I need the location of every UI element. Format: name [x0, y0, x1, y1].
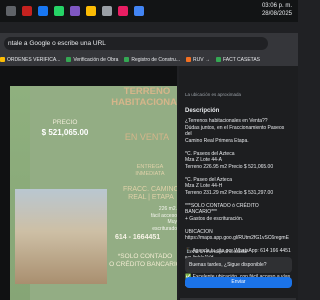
message-input[interactable]: Buenas tardes, ¿Sigue disponible?	[185, 257, 292, 273]
taskbar: 03:06 p. m. 28/08/2025	[0, 0, 298, 22]
chrome-icon[interactable]	[134, 6, 144, 16]
bookmark-label: Registro de Constru...	[131, 56, 181, 63]
price-value: $ 521,065.00	[41, 128, 89, 137]
listing-sidebar: La ubicación es aproximada Descripción ¿…	[179, 66, 298, 300]
profile-icon[interactable]	[118, 6, 128, 16]
clock-time: 03:06 p. m.	[261, 3, 292, 9]
settings-icon[interactable]	[102, 6, 112, 16]
bookmark-label: FACT CASETAS	[222, 56, 261, 63]
folder-icon[interactable]	[86, 6, 96, 16]
bookmark-4[interactable]: RUV →	[186, 57, 210, 63]
bookmarks-bar: ORDENES VERIFICA... Verificación de Obra R…	[0, 53, 298, 66]
bookmark-label: Verificación de Obra	[73, 56, 119, 63]
approx-location: La ubicación es aproximada	[185, 92, 242, 97]
description-title: Descripción	[185, 107, 220, 114]
camera-icon[interactable]	[6, 6, 16, 16]
bookmark-icon	[124, 57, 130, 62]
delivery-label: ENTREGA INMEDIATA	[135, 164, 165, 177]
bookmark-label: ORDENES VERIFICA...	[7, 56, 61, 63]
note: *SOLO CONTADO O CRÉDITO BANCARIO	[109, 253, 177, 268]
bookmark-icon	[186, 57, 192, 62]
price-label: PRECIO	[52, 119, 78, 126]
bookmark-2[interactable]: Verificación de Obra	[66, 57, 118, 63]
bookmark-icon	[215, 57, 221, 62]
whatsapp-icon[interactable]	[54, 6, 64, 16]
ad-venta: EN VENTA	[124, 132, 170, 142]
bookmark-5[interactable]: FACT CASETAS	[215, 56, 261, 63]
clock-date: 28/08/2025	[261, 11, 292, 17]
bookmark-label: RUV →	[193, 56, 210, 63]
url-input[interactable]: ntale a Google o escribe una URL	[4, 36, 268, 50]
bookmark-icon	[0, 57, 5, 62]
bookmark-1[interactable]: ORDENES VERIFICA...	[0, 57, 60, 63]
details: 226 m2. fácil acceso Muy escriturado	[150, 206, 177, 232]
clock: 03:06 p. m. 28/08/2025	[262, 2, 292, 18]
ad-title: TERRENO HABITACIONAL	[111, 86, 177, 108]
message-label: Envía un mensaje al vendedor	[187, 249, 248, 254]
facebook-icon[interactable]	[38, 6, 48, 16]
phone: 614 - 1664451	[115, 234, 161, 241]
bookmark-icon	[66, 57, 72, 62]
land-image	[15, 189, 107, 284]
bookmark-3[interactable]: Registro de Constru...	[124, 57, 180, 63]
location-label: FRACC. CAMINO REAL | ETAPA	[123, 186, 177, 201]
message-icon[interactable]	[22, 6, 32, 16]
chat-icon[interactable]	[70, 6, 80, 16]
listing-photo: TERRENO HABITACIONAL EN VENTA PRECIO $ 5…	[10, 86, 177, 300]
send-button[interactable]: Enviar	[185, 277, 292, 288]
address-bar: ntale a Google o escribe una URL	[0, 33, 298, 53]
